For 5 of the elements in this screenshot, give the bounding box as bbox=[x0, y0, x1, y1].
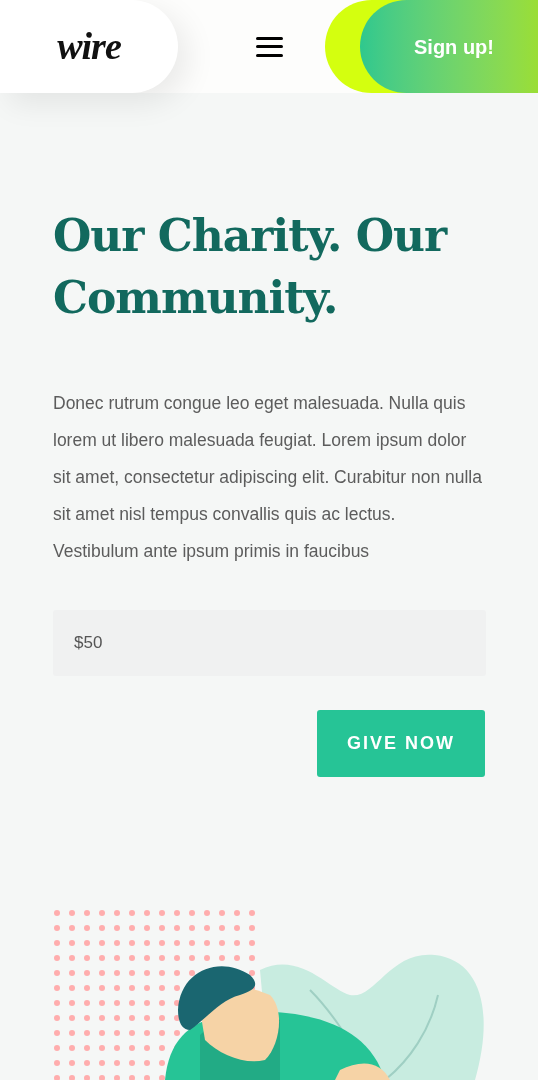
hero-title: Our Charity. Our Community. bbox=[53, 209, 449, 325]
menu-icon[interactable] bbox=[256, 36, 283, 57]
amount-field[interactable]: $50 bbox=[53, 610, 486, 676]
logo[interactable]: wire bbox=[57, 18, 121, 75]
hero-paragraph: Donec rutrum congue leo eget malesuada. Nulla quis lorem ut libero malesuada feugiat. Lorem ipsum dolor sit amet, consectetur adipiscing elit. Curabitur non nulla sit amet nisl tempus convallis quis ac lectus. Vestibulum ante ipsum primis in faucibus bbox=[53, 392, 483, 563]
